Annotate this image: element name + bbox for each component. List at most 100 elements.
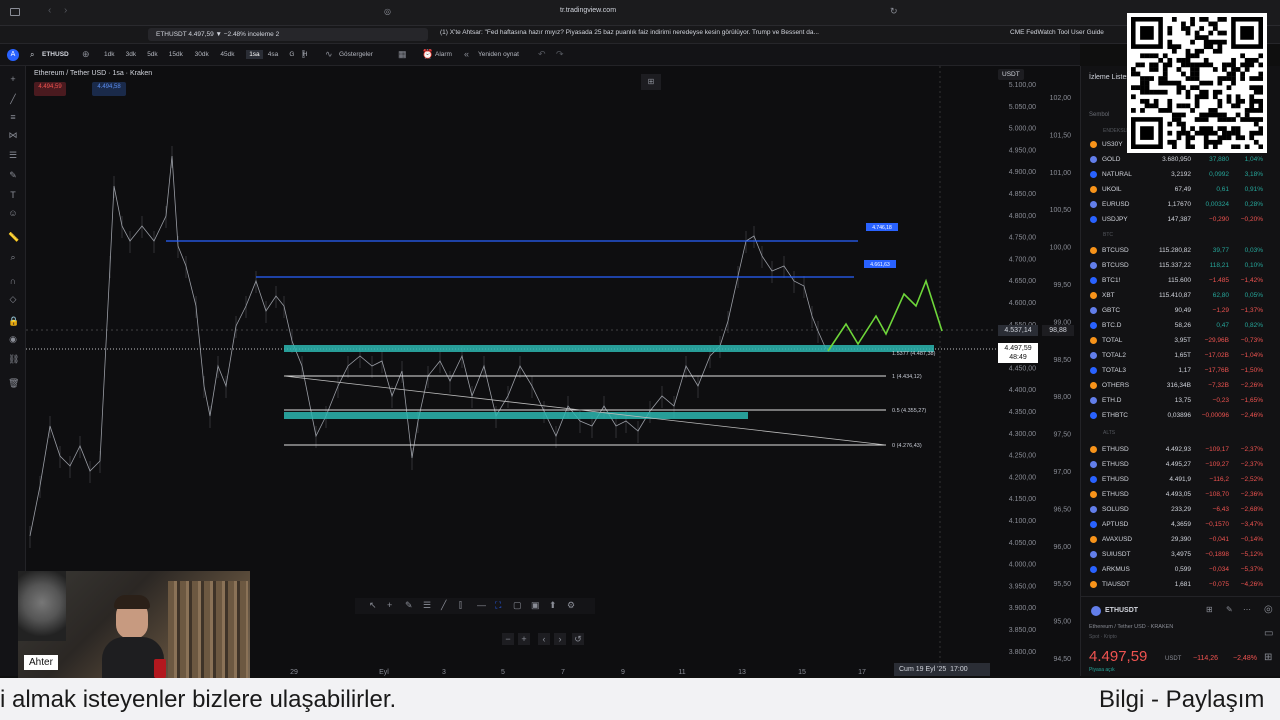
watchlist-row[interactable]: ARKMUS 0,599 −0,034 −5,37%	[1081, 563, 1280, 577]
magnet-icon[interactable]: ∩	[8, 276, 18, 286]
trendline-icon[interactable]: ╱	[8, 94, 18, 104]
eye-icon[interactable]: ◉	[8, 334, 18, 344]
horizontal-lines-icon[interactable]: ≡	[8, 112, 18, 122]
tab-x[interactable]: (1) X'te Ahtsar: "Fed haftasına hazır mı…	[440, 29, 870, 36]
back-icon[interactable]: ‹	[48, 5, 51, 16]
reload-icon[interactable]: ↻	[890, 6, 898, 17]
interval-4sa[interactable]: 4sa	[268, 51, 278, 58]
reset-icon[interactable]: ↺	[572, 633, 584, 645]
watchlist-row[interactable]: TOTAL3 1,17 −17,76B −1,50%	[1081, 364, 1280, 378]
lock-icon[interactable]: 🔒	[8, 316, 19, 326]
eraser-icon[interactable]: ◇	[8, 294, 18, 304]
interval-15dk[interactable]: 15dk	[169, 51, 183, 58]
chart-type-icon[interactable]: ⫿	[302, 49, 305, 60]
replay-button[interactable]: Yeniden oynat	[478, 51, 519, 58]
edit-icon[interactable]: ✎	[1226, 605, 1233, 614]
watchlist-row[interactable]: SUIUSDT 3,4975 −0,1898 −5,12%	[1081, 548, 1280, 562]
watchlist-row[interactable]: BTCUSD 115.280,82 39,77 0,03%	[1081, 244, 1280, 258]
watchlist-row[interactable]: EURUSD 1,17670 0,00324 0,28%	[1081, 198, 1280, 212]
watchlist-row[interactable]: BTC1! 115.600 −1.485 −1,42%	[1081, 274, 1280, 288]
interval-1sa[interactable]: 1sa	[246, 50, 263, 59]
interval-5dk[interactable]: 5dk	[147, 51, 157, 58]
undo-icon[interactable]: ↶	[538, 49, 546, 60]
watchlist-row[interactable]: OTHERS 316,34B −7,32B −2,26%	[1081, 379, 1280, 393]
fib-icon[interactable]: ☰	[8, 150, 18, 160]
grid-icon[interactable]: ⊞	[1206, 605, 1213, 614]
calendar-icon[interactable]: ▭	[1264, 628, 1273, 639]
interval-G[interactable]: G	[289, 51, 294, 58]
watchlist-row[interactable]: ETHUSD 4.491,9 −116,2 −2,52%	[1081, 473, 1280, 487]
watchlist-row[interactable]: BTC.D 58,26 0,47 0,82%	[1081, 319, 1280, 333]
zoom-out-icon[interactable]: −	[502, 633, 514, 645]
text-icon[interactable]: ▢	[513, 600, 522, 611]
watchlist-row[interactable]: ETHUSD 4.492,93 −109,17 −2,37%	[1081, 443, 1280, 457]
watchlist-row[interactable]: TOTAL 3,95T −29,96B −0,73%	[1081, 334, 1280, 348]
watchlist-row[interactable]: AVAXUSD 29,390 −0,041 −0,14%	[1081, 533, 1280, 547]
interval-45dk[interactable]: 45dk	[220, 51, 234, 58]
layout-icon[interactable]: ⊞	[641, 74, 661, 90]
watchlist-row[interactable]: ETHUSD 4.493,05 −108,70 −2,36%	[1081, 488, 1280, 502]
section-crypto[interactable]: BTC	[1103, 232, 1113, 238]
watchlist-row[interactable]: BTCUSD 115.337,22 118,21 0,10%	[1081, 259, 1280, 273]
section-alts[interactable]: ALTS	[1103, 430, 1115, 436]
indicators-icon[interactable]: ∿	[325, 49, 333, 60]
emoji-icon[interactable]: ☺	[8, 208, 18, 218]
pattern-icon[interactable]: ⋈	[8, 130, 18, 140]
interval-1dk[interactable]: 1dk	[104, 51, 114, 58]
fib-icon[interactable]: ☰	[423, 600, 431, 611]
magnet-icon[interactable]: ⛶	[495, 600, 501, 611]
rect-icon[interactable]: ▣	[531, 600, 540, 611]
sell-button[interactable]: 4.494,59	[34, 82, 66, 96]
interval-30dk[interactable]: 30dk	[195, 51, 209, 58]
watchlist-row[interactable]: TIAUSDT 1,681 −0,075 −4,26%	[1081, 578, 1280, 592]
replay-icon[interactable]: «	[464, 49, 469, 59]
watchlist-row[interactable]: UKOIL 67,49 0,61 0,91%	[1081, 183, 1280, 197]
more-icon[interactable]: ⋯	[1243, 605, 1251, 614]
indicators-button[interactable]: Göstergeler	[339, 51, 373, 58]
watchlist-row[interactable]: NATURAL 3,2192 0,0992 3,18%	[1081, 168, 1280, 182]
trash-icon[interactable]: 🗑	[8, 378, 19, 388]
buy-button[interactable]: 4.494,58	[92, 82, 126, 96]
pattern-icon[interactable]: ⫿	[459, 600, 462, 611]
compare-icon[interactable]: ⊕	[82, 49, 90, 60]
currency-select[interactable]: USDT	[998, 69, 1024, 80]
symbol-search[interactable]: ETHUSD	[42, 51, 69, 58]
chat-icon[interactable]: ◎	[1264, 604, 1273, 615]
apps-icon[interactable]: ⊞	[1264, 652, 1272, 663]
text-icon[interactable]: T	[8, 190, 18, 200]
search-icon[interactable]: ⌕	[30, 50, 34, 60]
watchlist-row[interactable]: USDJPY 147,387 −0,290 −0,20%	[1081, 213, 1280, 227]
watchlist-row[interactable]: GBTC 90,49 −1,29 −1,37%	[1081, 304, 1280, 318]
tab-tradingview[interactable]: ETHUSDT 4.497,59 ▼ −2.48% inceleme 2	[148, 28, 428, 41]
watchlist-row[interactable]: ETHUSD 4.495,27 −109,27 −2,37%	[1081, 458, 1280, 472]
symbol-column-header[interactable]: Sembol	[1089, 112, 1109, 118]
watchlist-row[interactable]: GOLD 3.680,950 37,880 1,04%	[1081, 153, 1280, 167]
link-icon[interactable]: ⛓	[8, 354, 19, 364]
watchlist-title[interactable]: İzleme Listesi	[1089, 74, 1131, 81]
crosshair-icon[interactable]: +	[387, 600, 392, 610]
redo-icon[interactable]: ↷	[556, 49, 564, 60]
tab-cme[interactable]: CME FedWatch Tool User Guide	[1010, 29, 1104, 36]
zoom-icon[interactable]: ⬆	[549, 600, 557, 611]
forward-icon[interactable]: ›	[64, 5, 67, 16]
sidebar-toggle-icon[interactable]	[10, 8, 20, 16]
watchlist-row[interactable]: APTUSD 4,3659 −0,1570 −3,47%	[1081, 518, 1280, 532]
watchlist-row[interactable]: ETHBTC 0,03896 −0,00096 −2,46%	[1081, 409, 1280, 423]
address-bar[interactable]: tr.tradingview.com	[560, 7, 616, 14]
watchlist-row[interactable]: TOTAL2 1,65T −17,02B −1,04%	[1081, 349, 1280, 363]
avatar[interactable]: A	[7, 49, 19, 61]
alarm-button[interactable]: Alarm	[435, 51, 452, 58]
trendline-icon[interactable]: ╱	[441, 600, 446, 611]
templates-icon[interactable]: ▦	[398, 49, 407, 60]
zoom-icon[interactable]: ⌕	[8, 252, 18, 262]
cursor-icon[interactable]: ↖	[369, 600, 377, 611]
watchlist-row[interactable]: ETH.D 13,75 −0,23 −1,65%	[1081, 394, 1280, 408]
scroll-left-icon[interactable]: ‹	[538, 633, 550, 645]
scroll-right-icon[interactable]: ›	[554, 633, 566, 645]
detail-symbol[interactable]: ETHUSDT	[1105, 607, 1138, 614]
brush-icon[interactable]: ✎	[8, 170, 18, 180]
settings-icon[interactable]: ⚙	[567, 600, 575, 611]
interval-3dk[interactable]: 3dk	[126, 51, 136, 58]
brush-icon[interactable]: ✎	[405, 600, 413, 611]
zoom-in-icon[interactable]: +	[518, 633, 530, 645]
